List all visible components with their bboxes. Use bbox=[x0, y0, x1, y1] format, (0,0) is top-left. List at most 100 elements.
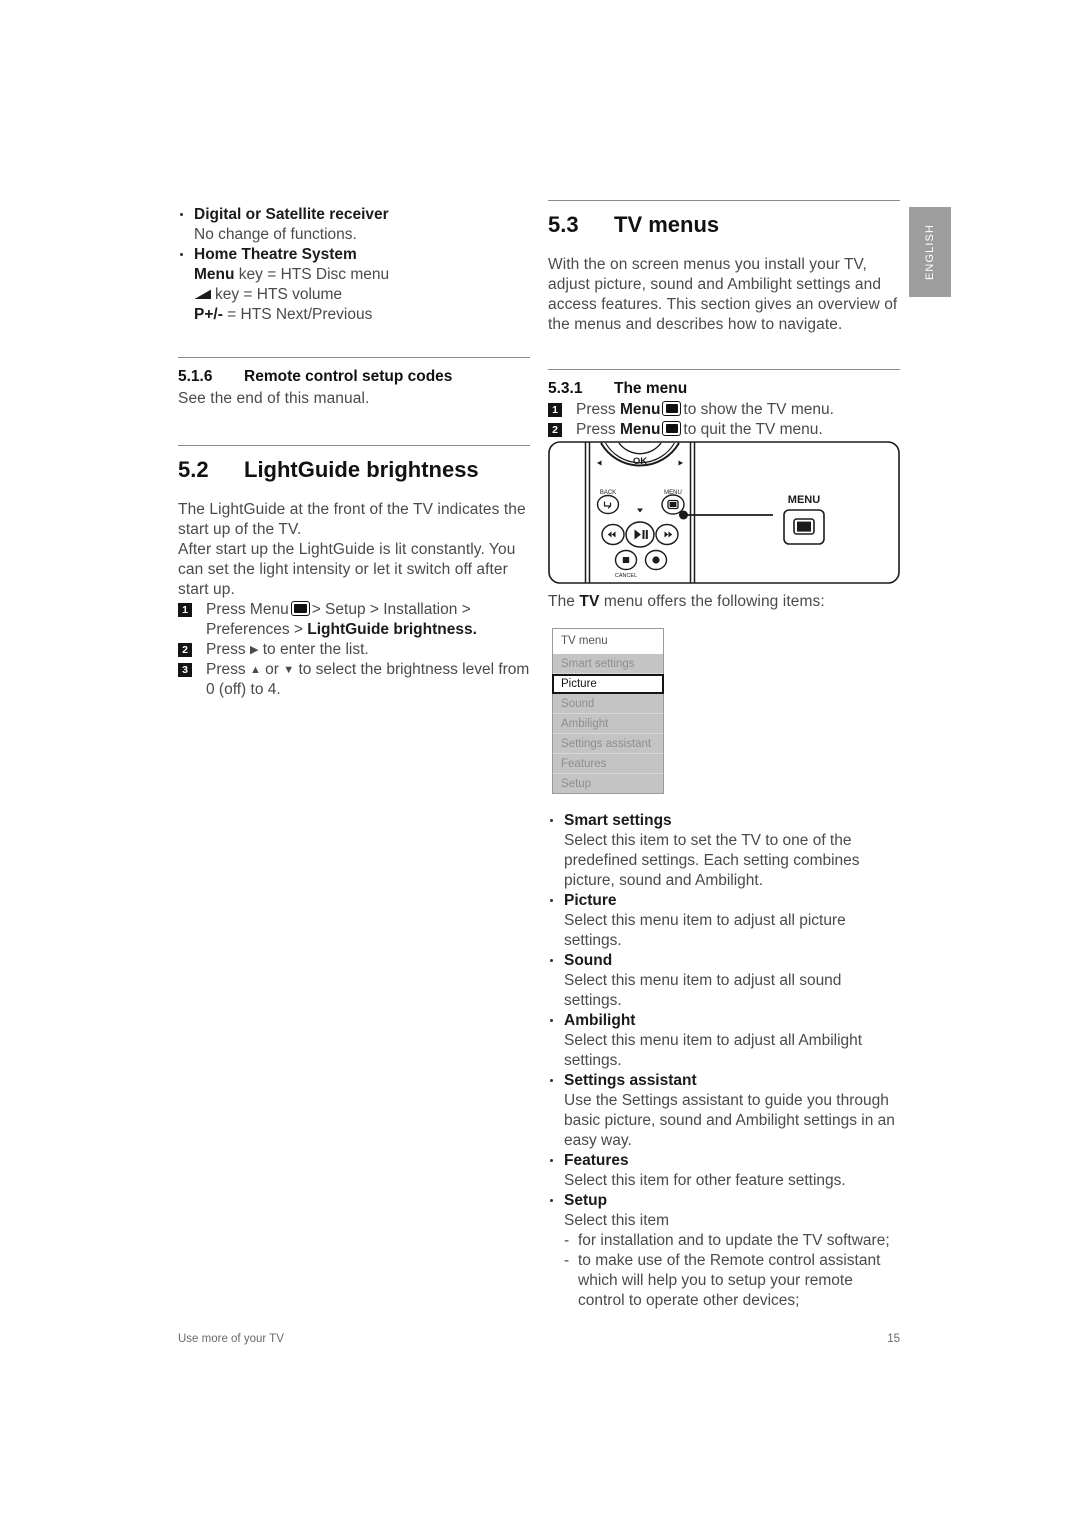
desc-def: Select this menu item to adjust all soun… bbox=[564, 972, 842, 1009]
heading-52: 5.2 LightGuide brightness bbox=[178, 446, 530, 483]
device-term: Home Theatre System bbox=[194, 246, 357, 263]
tv-menu-item-picture[interactable]: Picture bbox=[552, 674, 664, 694]
desc-term: Smart settings bbox=[564, 812, 672, 829]
desc-term: Settings assistant bbox=[564, 1072, 697, 1089]
heading-531-number: 5.3.1 bbox=[548, 380, 583, 397]
heading-53-title: TV menus bbox=[614, 212, 720, 237]
step-badge: 1 bbox=[548, 403, 562, 417]
heading-516: 5.1.6 Remote control setup codes bbox=[178, 358, 530, 386]
heading-531: 5.3.1 The menu bbox=[548, 370, 900, 398]
list-item: Setup Select this item - for installatio… bbox=[548, 1191, 903, 1311]
list-item: Picture Select this menu item to adjust … bbox=[548, 891, 903, 951]
heading-53: 5.3 TV menus bbox=[548, 201, 900, 238]
bullet-dot-icon bbox=[180, 213, 183, 216]
arrow-down-icon: ▼ bbox=[283, 664, 295, 676]
menu-descriptions: Smart settings Select this item to set t… bbox=[548, 811, 903, 1311]
step-text-punct: . bbox=[472, 621, 477, 638]
step-text-pre: Press bbox=[206, 641, 246, 658]
bullet-dot-icon bbox=[550, 819, 553, 822]
device-def: No change of functions. bbox=[194, 226, 357, 243]
menu-key-label: Menu bbox=[619, 421, 661, 438]
bullet-dot-icon bbox=[550, 1019, 553, 1022]
desc-term: Setup bbox=[564, 1192, 608, 1209]
tv-menu-box-title: TV menu bbox=[553, 629, 663, 654]
tv-menu-item-settings-assistant[interactable]: Settings assistant bbox=[553, 734, 663, 754]
page-footer: Use more of your TV 15 bbox=[178, 1333, 900, 1345]
arrow-up-icon: ▲ bbox=[249, 664, 261, 676]
desc-def: Select this item bbox=[564, 1212, 670, 1229]
dash-marker: - bbox=[564, 1252, 570, 1269]
step-badge: 2 bbox=[548, 423, 562, 437]
heading-516-number: 5.1.6 bbox=[178, 368, 213, 385]
tv-menu-item-ambilight[interactable]: Ambilight bbox=[553, 714, 663, 734]
step-item: 2 Press ▶ to enter the list. bbox=[178, 640, 530, 660]
language-tab: ENGLISH bbox=[909, 207, 951, 297]
hts-menu-key-label: Menu bbox=[194, 266, 235, 283]
bullet-dot-icon bbox=[550, 899, 553, 902]
sub-item: - to make use of the Remote control assi… bbox=[564, 1251, 903, 1311]
the-menu-steps: 1 Press Menu to show the TV menu. 2 Press… bbox=[548, 400, 900, 440]
manual-page: ENGLISH Digital or Satellite receiver No… bbox=[0, 0, 1080, 1528]
remote-control-illustration: OK BACK MENU CANCEL MENU bbox=[548, 441, 900, 584]
hts-line-1: Menu key = HTS Disc menu bbox=[194, 266, 389, 283]
footer-page-number: 15 bbox=[887, 1333, 900, 1345]
menu-button-icon bbox=[662, 401, 682, 416]
desc-term: Sound bbox=[564, 952, 613, 969]
back-button bbox=[596, 494, 620, 515]
hts-line-2-rest: key = HTS volume bbox=[215, 286, 343, 303]
bullet-dot-icon bbox=[550, 959, 553, 962]
step-text-pre: Press bbox=[576, 421, 616, 438]
menu-description-list: Smart settings Select this item to set t… bbox=[548, 811, 903, 1311]
desc-def: Select this item for other feature setti… bbox=[564, 1172, 846, 1189]
step-text-mid: or bbox=[265, 661, 279, 678]
tv-menu-item-sound[interactable]: Sound bbox=[553, 694, 663, 714]
remote-control-figure: OK BACK MENU CANCEL MENU bbox=[548, 441, 900, 584]
tv-menu-item-smart-settings[interactable]: Smart settings bbox=[553, 654, 663, 674]
step-badge: 2 bbox=[178, 643, 192, 657]
step-text-bold-tail: LightGuide brightness bbox=[307, 621, 473, 638]
list-item: Features Select this item for other feat… bbox=[548, 1151, 903, 1191]
tv-menu-item-features[interactable]: Features bbox=[553, 754, 663, 774]
arrow-right-icon: ▶ bbox=[249, 644, 259, 656]
step-text-post: to show the TV menu. bbox=[683, 401, 834, 418]
sub-item-text: for installation and to update the TV so… bbox=[578, 1232, 890, 1249]
step-item: 1 Press Menu to show the TV menu. bbox=[548, 400, 900, 420]
heading-516-title: Remote control setup codes bbox=[244, 368, 453, 385]
desc-term: Ambilight bbox=[564, 1012, 636, 1029]
tv-menu-item-setup[interactable]: Setup bbox=[553, 774, 663, 793]
list-item: Digital or Satellite receiver No change … bbox=[178, 205, 530, 245]
volume-wedge-icon bbox=[194, 289, 211, 299]
device-behaviour-list: Digital or Satellite receiver No change … bbox=[178, 205, 530, 325]
section-52-para-2: After start up the LightGuide is lit con… bbox=[178, 541, 516, 598]
right-column: 5.3 TV menus With the on screen menus yo… bbox=[548, 200, 900, 440]
step-badge: 3 bbox=[178, 663, 192, 677]
tv-menu-box[interactable]: TV menu Smart settings Picture Sound Amb… bbox=[552, 628, 664, 794]
list-item: Home Theatre System Menu key = HTS Disc … bbox=[178, 245, 530, 325]
sub-item-text: to make use of the Remote control assist… bbox=[578, 1252, 881, 1309]
step-text-post: to enter the list. bbox=[262, 641, 369, 658]
hts-p-key-label: P+/- bbox=[194, 306, 223, 323]
section-516-body: See the end of this manual. bbox=[178, 390, 370, 407]
dash-marker: - bbox=[564, 1232, 570, 1249]
desc-def: Select this item to set the TV to one of… bbox=[564, 832, 860, 889]
list-item: Settings assistant Use the Settings assi… bbox=[548, 1071, 903, 1151]
step-text-pre: Press Menu bbox=[206, 601, 289, 618]
callout-menu-label: MENU bbox=[788, 494, 820, 506]
hts-line-1-rest: key = HTS Disc menu bbox=[238, 266, 390, 283]
desc-def: Select this menu item to adjust all Ambi… bbox=[564, 1032, 863, 1069]
heading-52-number: 5.2 bbox=[178, 457, 209, 482]
desc-term: Features bbox=[564, 1152, 629, 1169]
menu-button-icon bbox=[662, 421, 682, 436]
step-item: 2 Press Menu to quit the TV menu. bbox=[548, 420, 900, 440]
language-tab-label: ENGLISH bbox=[924, 224, 936, 280]
cancel-label: CANCEL bbox=[615, 573, 637, 579]
sub-item: - for installation and to update the TV … bbox=[564, 1231, 903, 1251]
desc-def: Select this menu item to adjust all pict… bbox=[564, 912, 846, 949]
step-badge: 1 bbox=[178, 603, 192, 617]
section-53-body: With the on screen menus you install you… bbox=[548, 256, 898, 333]
callout-dot bbox=[679, 510, 688, 520]
heading-531-title: The menu bbox=[614, 380, 688, 397]
list-item: Ambilight Select this menu item to adjus… bbox=[548, 1011, 903, 1071]
desc-term: Picture bbox=[564, 892, 617, 909]
bullet-dot-icon bbox=[180, 253, 183, 256]
